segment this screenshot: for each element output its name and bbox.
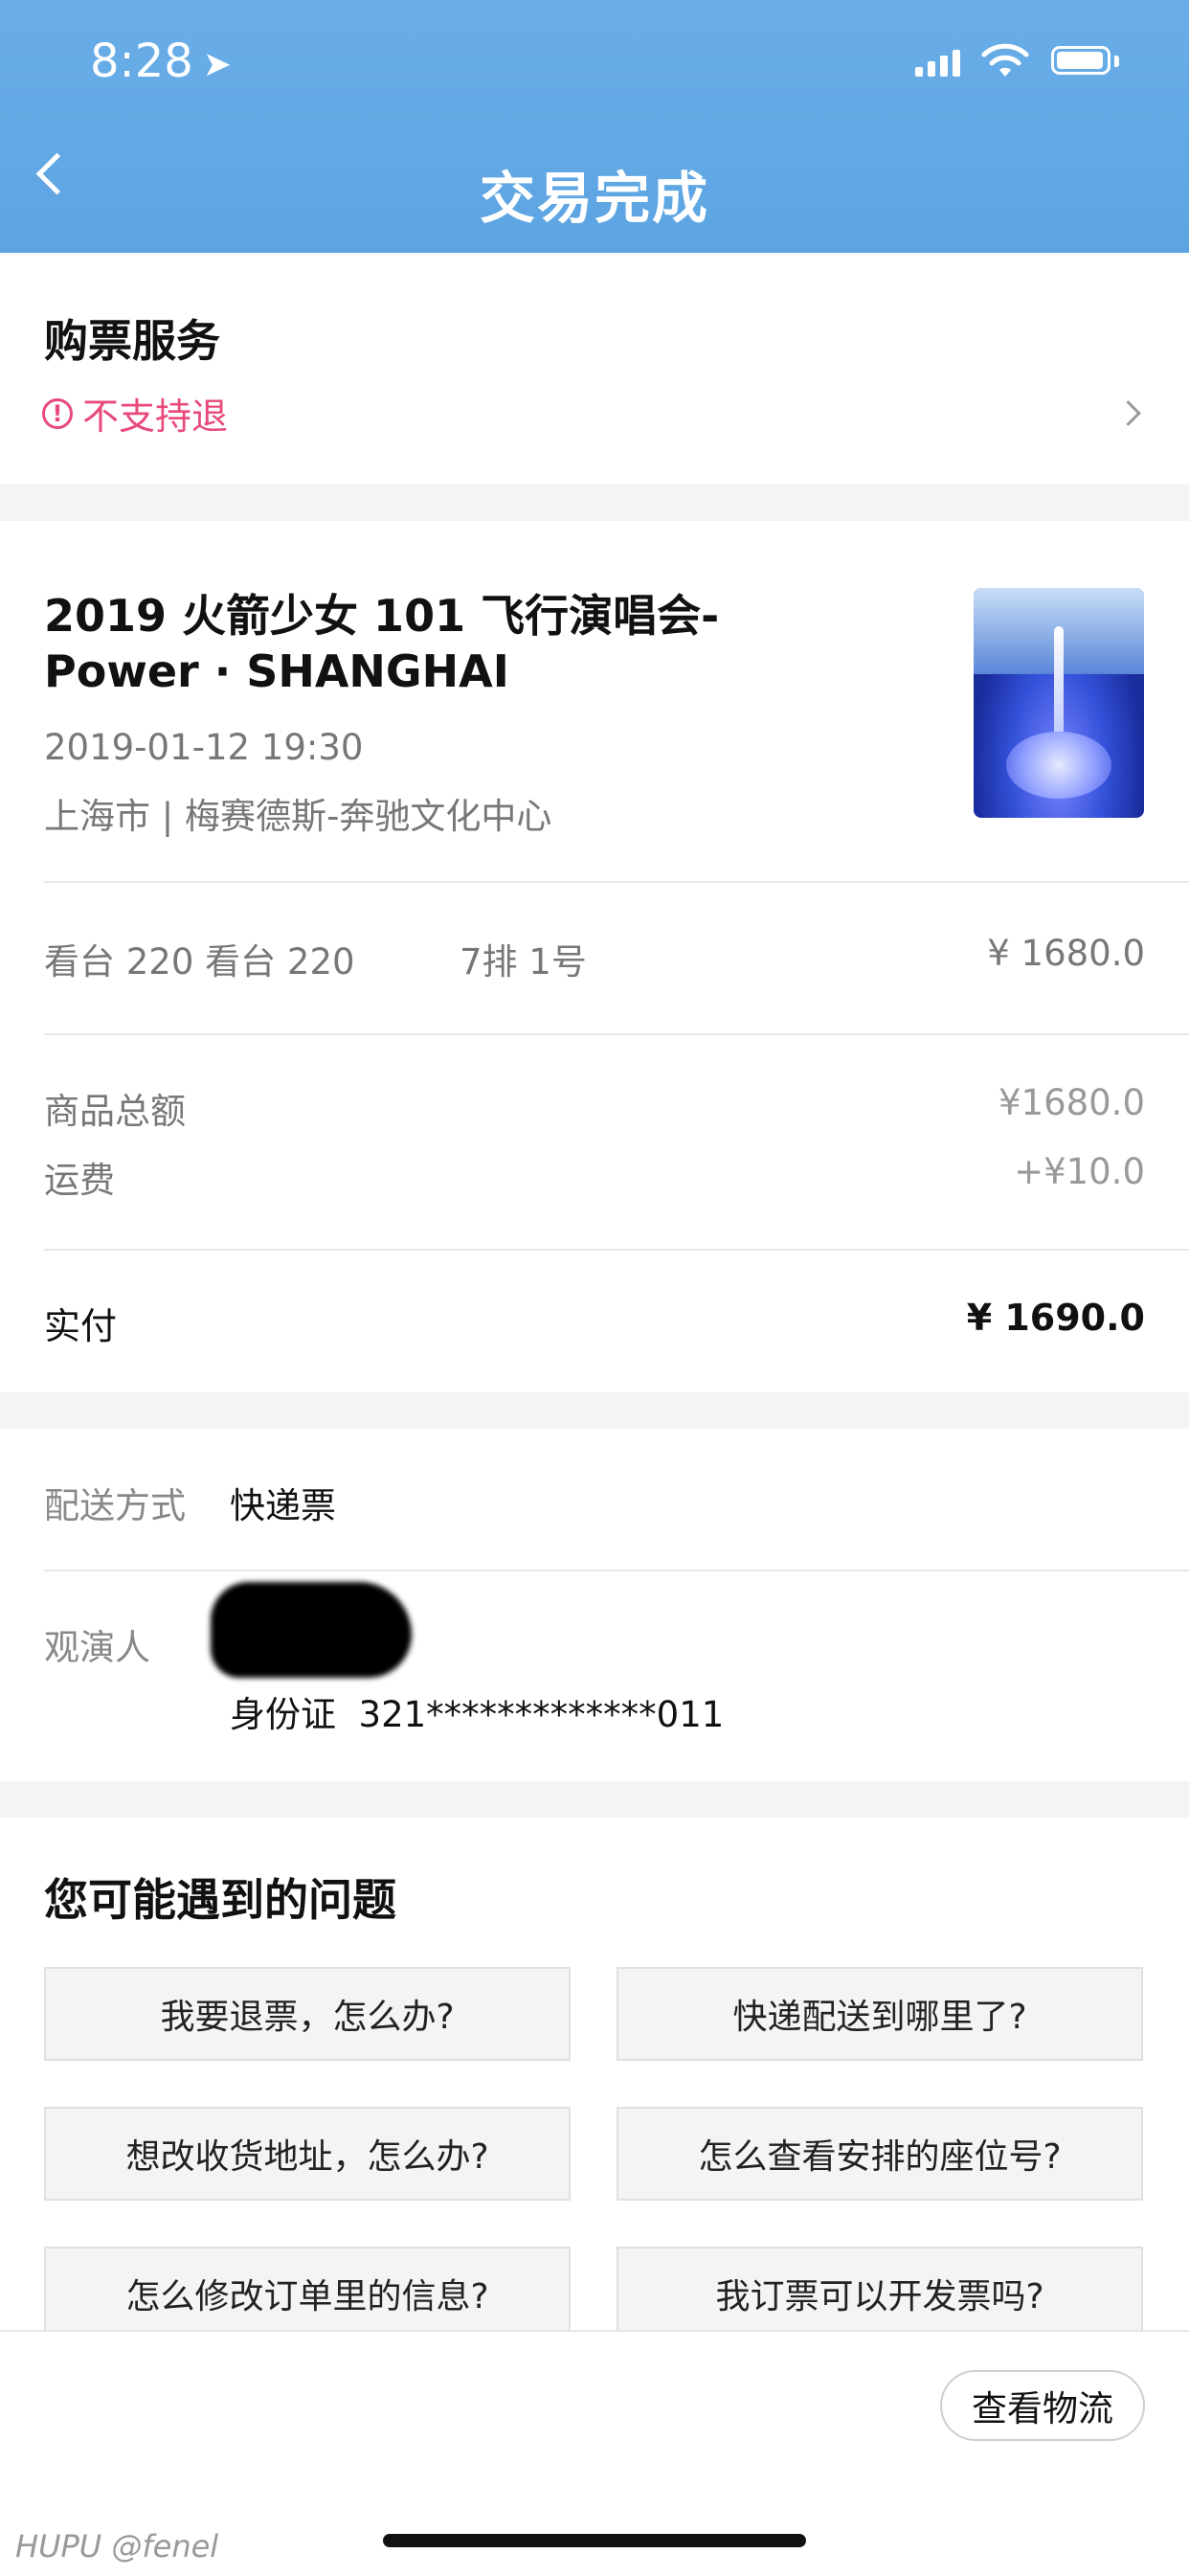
ticket-price: ¥ 1680.0 [987,933,1145,974]
alert-icon: ! [42,397,73,429]
id-type: 身份证 [230,1694,336,1735]
order-detail-section: 2019 火箭少女 101 飞行演唱会-Power · SHANGHAI 201… [0,521,1189,1392]
page-title: 交易完成 [479,166,709,231]
refund-policy: ! 不支持退 [42,387,228,440]
app-header: 8:28 ➤ 交易完成 [0,0,1189,253]
watermark: HUPU @fenel [15,2528,219,2565]
ticket-area: 看台 220 看台 220 [44,941,355,983]
faq-title: 您可能遇到的问题 [44,1874,396,1926]
shipping-label: 运费 [44,1160,115,1201]
faq-section: 您可能遇到的问题 我要退票，怎么办? 快递配送到哪里了? 想改收货地址，怎么办?… [0,1818,1189,2340]
faq-seat-number-button[interactable]: 怎么查看安排的座位号? [617,2107,1143,2201]
service-title: 购票服务 [44,315,220,367]
id-number: 321*************011 [358,1694,725,1735]
goods-total-label: 商品总额 [44,1091,186,1132]
battery-tip [1114,56,1119,67]
chevron-right-icon [1115,400,1141,426]
faq-edit-order-button[interactable]: 怎么修改订单里的信息? [44,2247,571,2340]
paid-label: 实付 [44,1305,118,1347]
event-poster [974,588,1144,818]
divider [44,1249,1189,1251]
battery-icon [1051,46,1110,75]
faq-delivery-button[interactable]: 快递配送到哪里了? [617,1967,1143,2061]
signal-icon [915,50,960,77]
status-time: 8:28 ➤ [90,34,232,88]
paid-value: ¥ 1690.0 [966,1297,1145,1339]
faq-refund-button[interactable]: 我要退票，怎么办? [44,1967,571,2061]
wifi-icon [981,43,1029,77]
faq-change-address-button[interactable]: 想改收货地址，怎么办? [44,2107,571,2201]
view-logistics-button[interactable]: 查看物流 [940,2370,1145,2441]
viewer-id: 身份证 321*************011 [230,1685,724,1737]
redacted-name [211,1582,412,1678]
event-venue: 上海市 | 梅赛德斯-奔驰文化中心 [44,796,552,837]
divider [44,1033,1189,1035]
shipping-value: +¥10.0 [1014,1151,1145,1192]
delivery-method-label: 配送方式 [44,1485,186,1526]
divider [44,881,1189,883]
ticket-seat: 7排 1号 [460,941,587,983]
refund-note: 不支持退 [82,395,229,438]
delivery-method-value: 快递票 [230,1485,336,1526]
faq-invoice-button[interactable]: 我订票可以开发票吗? [617,2247,1143,2340]
ticket-service-section[interactable]: 购票服务 ! 不支持退 [0,253,1189,485]
delivery-section: 配送方式 快递票 观演人 身份证 321*************011 [0,1429,1189,1781]
goods-total-value: ¥1680.0 [998,1082,1145,1123]
event-datetime: 2019-01-12 19:30 [44,727,364,768]
divider [44,1570,1189,1571]
home-indicator[interactable] [383,2534,806,2547]
location-arrow-icon: ➤ [202,44,232,84]
viewer-label: 观演人 [44,1627,150,1668]
event-name: 2019 火箭少女 101 飞行演唱会-Power · SHANGHAI [44,590,720,697]
